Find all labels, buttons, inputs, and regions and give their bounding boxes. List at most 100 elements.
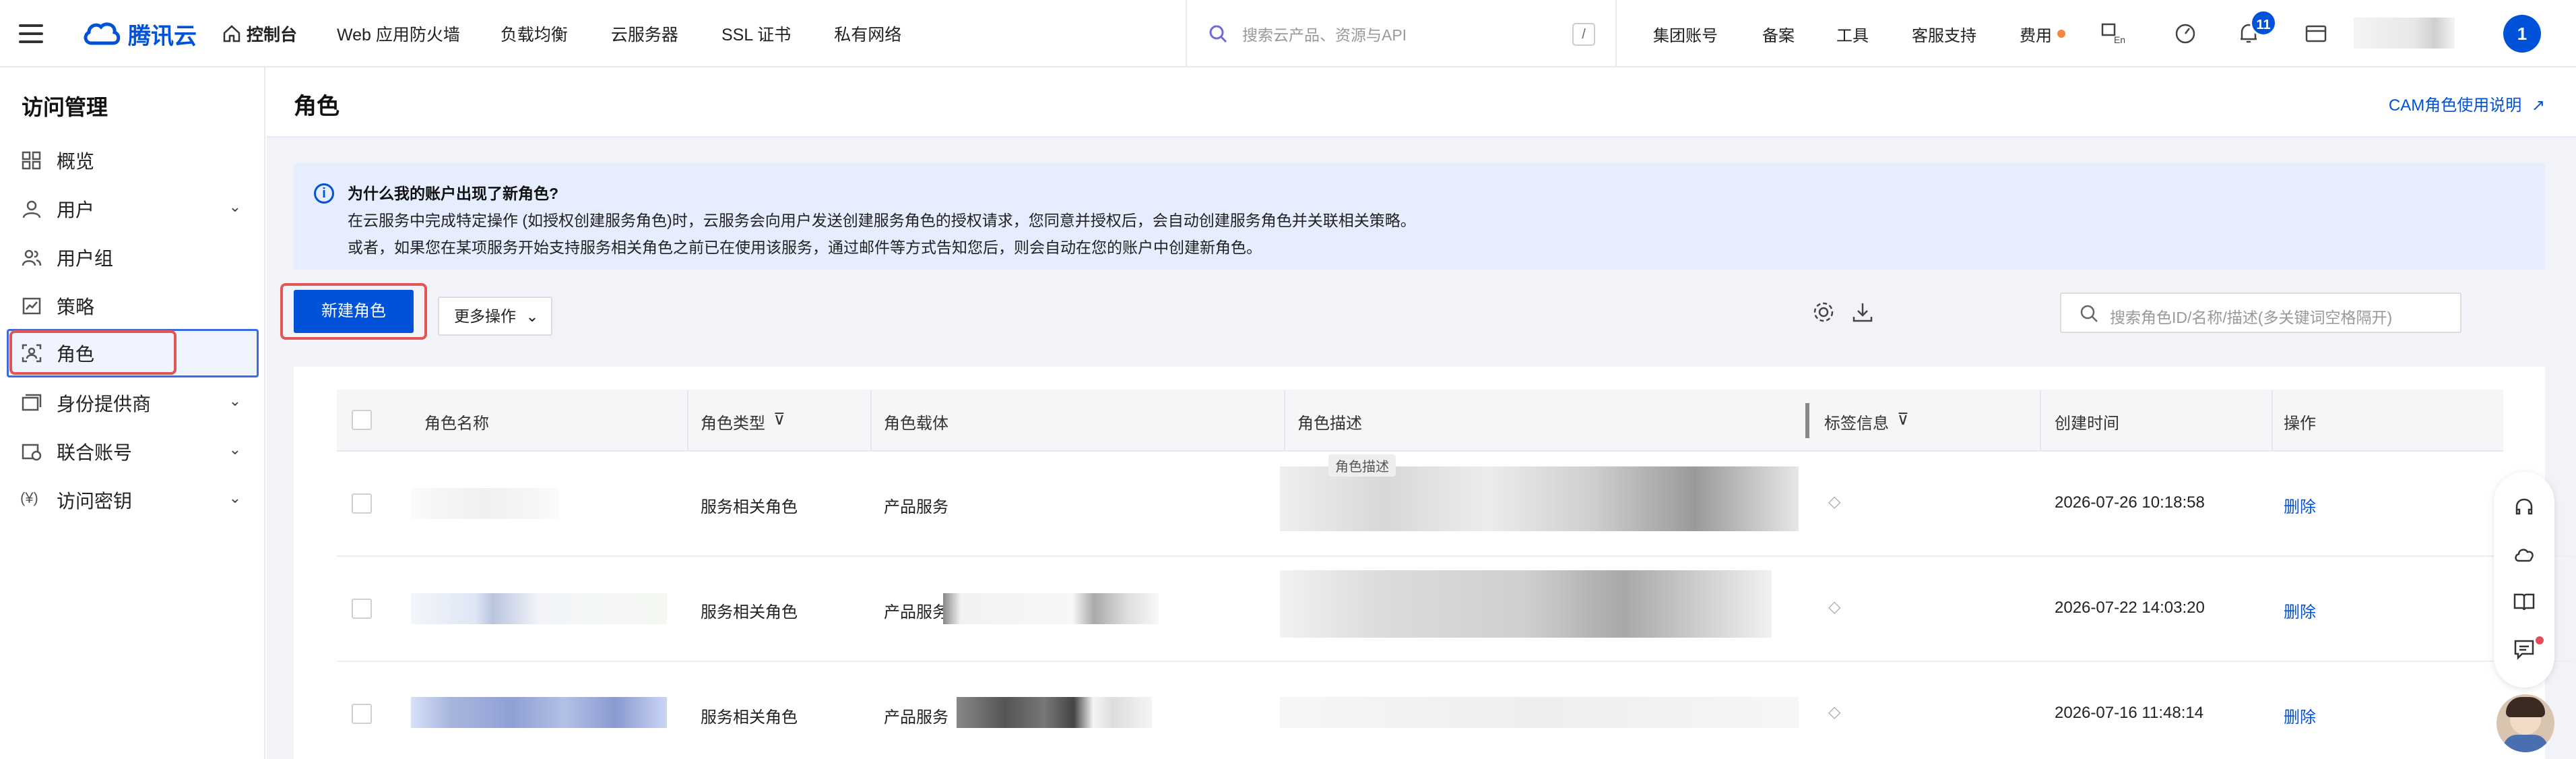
access-key-icon: (¥) <box>20 489 38 506</box>
user-avatar[interactable]: 1 <box>2503 15 2541 53</box>
nav-group-account[interactable]: 集团账号 <box>1653 22 1718 46</box>
col-role-type[interactable]: 角色类型 <box>701 410 765 433</box>
col-role-carrier: 角色载体 <box>884 415 948 433</box>
notice-title: 为什么我的账户出现了新角色? <box>348 185 559 202</box>
console-link[interactable]: 控制台 <box>222 22 297 46</box>
menu-icon[interactable] <box>19 24 43 43</box>
home-icon <box>223 25 240 42</box>
message-icon[interactable] <box>2304 22 2328 46</box>
delete-link[interactable]: 删除 <box>2284 704 2316 727</box>
chevron-down-icon: ⌄ <box>228 392 241 409</box>
table-row[interactable]: 服务相关角色 产品服务 角色描述 ◇ 2026-07-26 10:18:58 删… <box>337 452 2573 557</box>
sidebar-item-users[interactable]: 用户 ⌄ <box>7 185 259 233</box>
identity-provider-icon <box>22 394 42 411</box>
doc-link-label: CAM角色使用说明 <box>2388 96 2522 115</box>
col-tags[interactable]: 标签信息 <box>1824 410 1889 433</box>
nav-clb[interactable]: 负载均衡 <box>501 22 568 46</box>
role-description-blurred <box>1280 570 1772 638</box>
sidebar-item-label: 用户 <box>57 200 95 220</box>
table-header: 角色名称 角色类型 ⊽ 角色载体 角色描述 标签信息 ⊽ 创建时间 操作 <box>337 390 2503 452</box>
role-carrier: 产品服务 <box>884 603 948 621</box>
settings-icon[interactable] <box>1812 301 1835 324</box>
page-header: 角色 CAM角色使用说明 ↗ <box>267 67 2576 138</box>
search-shortcut: / <box>1572 23 1595 46</box>
delete-link[interactable]: 删除 <box>2284 493 2316 517</box>
assistant-avatar[interactable] <box>2497 694 2554 752</box>
role-carrier-blurred <box>957 697 1152 728</box>
role-search-input[interactable]: 搜索角色ID/名称/描述(多关键词空格隔开) <box>2060 293 2461 333</box>
table-row[interactable]: 服务相关角色 产品服务 ◇ 2026-07-22 14:03:20 删除 <box>337 557 2573 662</box>
sidebar-item-overview[interactable]: 概览 <box>7 136 259 185</box>
user-group-icon <box>22 249 42 266</box>
nav-support[interactable]: 客服支持 <box>1912 22 1976 46</box>
created-time: 2026-07-22 14:03:20 <box>2055 599 2205 617</box>
cloud-icon[interactable] <box>2513 543 2536 566</box>
cam-role-doc-link[interactable]: CAM角色使用说明 ↗ <box>2389 92 2545 115</box>
download-icon[interactable] <box>1851 301 1874 324</box>
col-created-time: 创建时间 <box>2055 415 2119 433</box>
table-row[interactable]: 服务相关角色 产品服务 ◇ 2026-07-16 11:48:14 删除 <box>337 662 2573 758</box>
federated-account-icon <box>22 444 42 461</box>
sidebar-title: 访问管理 <box>22 95 108 119</box>
account-name-blurred[interactable] <box>2354 18 2455 49</box>
nav-ssl[interactable]: SSL 证书 <box>721 22 791 46</box>
role-type: 服务相关角色 <box>701 603 798 621</box>
tencent-cloud-logo[interactable]: 腾讯云 <box>82 18 197 50</box>
nav-waf[interactable]: Web 应用防火墙 <box>337 22 460 46</box>
row-checkbox[interactable] <box>352 599 372 619</box>
col-actions: 操作 <box>2284 415 2316 433</box>
role-description-blurred <box>1280 697 1799 728</box>
book-icon[interactable] <box>2513 590 2536 613</box>
more-actions-dropdown[interactable]: 更多操作 ⌄ <box>438 297 552 336</box>
role-carrier: 产品服务 <box>884 498 948 516</box>
nav-cvm[interactable]: 云服务器 <box>611 22 678 46</box>
customer-service-icon[interactable] <box>2513 496 2536 519</box>
sidebar-item-label: 身份提供商 <box>57 394 152 415</box>
role-name-blurred[interactable] <box>411 488 559 519</box>
role-type: 服务相关角色 <box>701 498 798 516</box>
sidebar-item-federated-accounts[interactable]: 联合账号 ⌄ <box>7 427 259 476</box>
col-role-description: 角色描述 <box>1297 415 1362 433</box>
top-navigation-bar: 腾讯云 控制台 Web 应用防火墙 负载均衡 云服务器 SSL 证书 私有网络 … <box>0 0 2576 67</box>
tag-icon[interactable]: ◇ <box>1828 702 1840 722</box>
tag-icon[interactable]: ◇ <box>1828 492 1840 512</box>
role-name-blurred[interactable] <box>411 697 667 728</box>
sidebar-item-identity-providers[interactable]: 身份提供商 ⌄ <box>7 379 259 427</box>
nav-vpc[interactable]: 私有网络 <box>834 22 901 46</box>
role-name-blurred[interactable] <box>411 593 667 624</box>
logo-text: 腾讯云 <box>128 23 197 49</box>
sidebar-item-label: 策略 <box>57 297 95 317</box>
info-icon: i <box>314 183 334 204</box>
language-icon[interactable]: En <box>2100 22 2125 46</box>
column-resize-handle[interactable] <box>1805 403 1809 438</box>
created-time: 2026-07-26 10:18:58 <box>2055 493 2205 512</box>
nav-filing[interactable]: 备案 <box>1762 22 1795 46</box>
filter-icon[interactable]: ⊽ <box>773 410 785 429</box>
role-type: 服务相关角色 <box>701 708 798 727</box>
row-checkbox[interactable] <box>352 493 372 514</box>
select-all-checkbox[interactable] <box>352 410 372 430</box>
sidebar-item-label: 联合账号 <box>57 442 133 463</box>
overview-icon <box>22 151 41 170</box>
description-tooltip: 角色描述 <box>1328 454 1396 477</box>
chevron-down-icon: ⌄ <box>228 441 241 458</box>
dashboard-icon[interactable] <box>2173 22 2197 46</box>
sidebar-item-label: 用户组 <box>57 248 114 269</box>
sidebar-item-user-groups[interactable]: 用户组 <box>7 233 259 282</box>
svg-text:En: En <box>2114 34 2125 45</box>
role-carrier-blurred <box>943 593 1159 624</box>
delete-link[interactable]: 删除 <box>2284 599 2316 622</box>
sidebar-item-access-keys[interactable]: (¥) 访问密钥 ⌄ <box>7 476 259 524</box>
row-checkbox[interactable] <box>352 704 372 724</box>
global-search[interactable]: 搜索云产品、资源与API / <box>1186 0 1617 67</box>
tag-icon[interactable]: ◇ <box>1828 597 1840 617</box>
page-title: 角色 <box>294 94 340 119</box>
create-role-button[interactable]: 新建角色 <box>294 290 414 333</box>
sidebar-item-policies[interactable]: 策略 <box>7 282 259 330</box>
nav-tools[interactable]: 工具 <box>1836 22 1869 46</box>
filter-icon[interactable]: ⊽ <box>1897 410 1909 429</box>
nav-billing[interactable]: 费用 <box>2020 22 2052 46</box>
chevron-down-icon: ⌄ <box>228 198 241 215</box>
policy-icon <box>22 297 41 315</box>
feedback-icon[interactable] <box>2513 638 2536 661</box>
